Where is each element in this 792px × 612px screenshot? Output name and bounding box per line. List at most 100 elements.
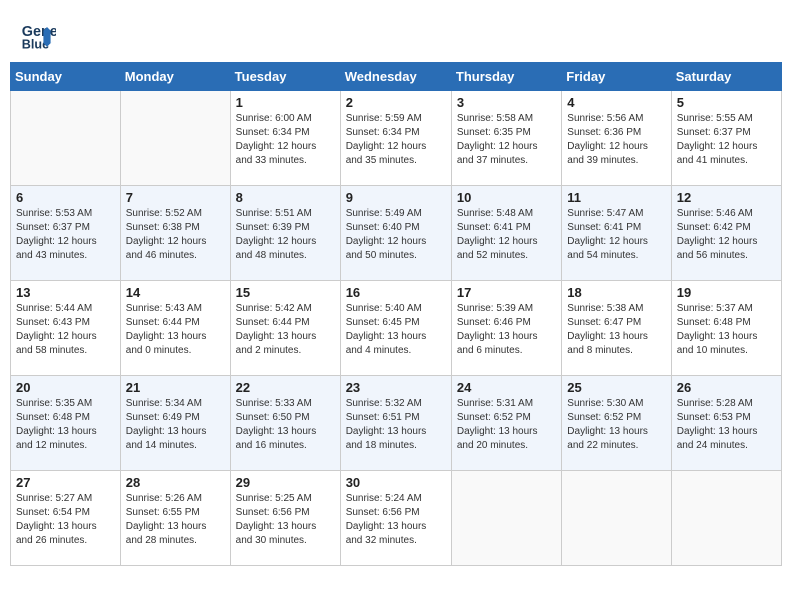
day-info: Sunrise: 5:46 AM Sunset: 6:42 PM Dayligh… [677,207,776,263]
calendar-cell: 6 Sunrise: 5:53 AM Sunset: 6:37 PM Daylig… [11,186,121,281]
calendar-cell: 28 Sunrise: 5:26 AM Sunset: 6:55 PM Dayli… [120,471,230,566]
calendar-cell: 30 Sunrise: 5:24 AM Sunset: 6:56 PM Dayli… [340,471,451,566]
calendar-cell: 27Sunrise: 5:27 AM Sunset: 6:54 PM Dayli… [11,471,121,566]
day-of-week-header: Sunday [11,63,121,91]
calendar-cell [11,91,121,186]
calendar-cell: 29 Sunrise: 5:25 AM Sunset: 6:56 PM Dayli… [230,471,340,566]
day-info: Sunrise: 5:39 AM Sunset: 6:46 PM Dayligh… [457,302,556,358]
calendar-cell: 9 Sunrise: 5:49 AM Sunset: 6:40 PM Daylig… [340,186,451,281]
day-number: 8 [236,190,335,205]
day-number: 29 [236,475,335,490]
day-info: Sunrise: 5:43 AM Sunset: 6:44 PM Dayligh… [126,302,225,358]
day-info: Sunrise: 5:49 AM Sunset: 6:40 PM Dayligh… [346,207,446,263]
day-number: 20 [16,380,115,395]
page-header: General Blue [10,10,782,54]
day-info: Sunrise: 5:28 AM Sunset: 6:53 PM Dayligh… [677,397,776,453]
day-info: Sunrise: 5:37 AM Sunset: 6:48 PM Dayligh… [677,302,776,358]
day-number: 14 [126,285,225,300]
calendar-cell [451,471,561,566]
calendar-cell: 17 Sunrise: 5:39 AM Sunset: 6:46 PM Dayli… [451,281,561,376]
calendar-cell: 3Sunrise: 5:58 AM Sunset: 6:35 PM Daylig… [451,91,561,186]
day-info: Sunrise: 5:24 AM Sunset: 6:56 PM Dayligh… [346,492,446,548]
day-number: 7 [126,190,225,205]
calendar-cell: 13 Sunrise: 5:44 AM Sunset: 6:43 PM Dayli… [11,281,121,376]
day-info: Sunrise: 5:33 AM Sunset: 6:50 PM Dayligh… [236,397,335,453]
calendar-week-row: 6 Sunrise: 5:53 AM Sunset: 6:37 PM Daylig… [11,186,782,281]
day-info: Sunrise: 5:26 AM Sunset: 6:55 PM Dayligh… [126,492,225,548]
day-info: Sunrise: 5:53 AM Sunset: 6:37 PM Dayligh… [16,207,115,263]
day-number: 25 [567,380,665,395]
day-number: 4 [567,95,665,110]
day-info: Sunrise: 6:00 AM Sunset: 6:34 PM Dayligh… [236,112,335,168]
calendar-cell: 1 Sunrise: 6:00 AM Sunset: 6:34 PM Daylig… [230,91,340,186]
day-info: Sunrise: 5:48 AM Sunset: 6:41 PM Dayligh… [457,207,556,263]
calendar-cell: 5Sunrise: 5:55 AM Sunset: 6:37 PM Daylig… [671,91,781,186]
day-number: 21 [126,380,225,395]
calendar-cell [562,471,671,566]
calendar-cell: 11 Sunrise: 5:47 AM Sunset: 6:41 PM Dayli… [562,186,671,281]
day-info: Sunrise: 5:31 AM Sunset: 6:52 PM Dayligh… [457,397,556,453]
day-info: Sunrise: 5:30 AM Sunset: 6:52 PM Dayligh… [567,397,665,453]
calendar-cell: 19Sunrise: 5:37 AM Sunset: 6:48 PM Dayli… [671,281,781,376]
day-number: 30 [346,475,446,490]
calendar-cell [671,471,781,566]
calendar-cell: 12 Sunrise: 5:46 AM Sunset: 6:42 PM Dayli… [671,186,781,281]
calendar-cell: 22 Sunrise: 5:33 AM Sunset: 6:50 PM Dayli… [230,376,340,471]
calendar-week-row: 1 Sunrise: 6:00 AM Sunset: 6:34 PM Daylig… [11,91,782,186]
day-number: 11 [567,190,665,205]
day-number: 17 [457,285,556,300]
calendar-cell: 8 Sunrise: 5:51 AM Sunset: 6:39 PM Daylig… [230,186,340,281]
calendar-cell: 20 Sunrise: 5:35 AM Sunset: 6:48 PM Dayli… [11,376,121,471]
day-number: 6 [16,190,115,205]
day-number: 28 [126,475,225,490]
day-of-week-header: Thursday [451,63,561,91]
day-info: Sunrise: 5:32 AM Sunset: 6:51 PM Dayligh… [346,397,446,453]
calendar-cell: 2Sunrise: 5:59 AM Sunset: 6:34 PM Daylig… [340,91,451,186]
day-number: 12 [677,190,776,205]
calendar-week-row: 20 Sunrise: 5:35 AM Sunset: 6:48 PM Dayli… [11,376,782,471]
day-info: Sunrise: 5:56 AM Sunset: 6:36 PM Dayligh… [567,112,665,168]
calendar-cell: 16 Sunrise: 5:40 AM Sunset: 6:45 PM Dayli… [340,281,451,376]
day-number: 2 [346,95,446,110]
day-of-week-header: Friday [562,63,671,91]
day-info: Sunrise: 5:44 AM Sunset: 6:43 PM Dayligh… [16,302,115,358]
calendar-cell [120,91,230,186]
day-of-week-header: Tuesday [230,63,340,91]
calendar-cell: 21 Sunrise: 5:34 AM Sunset: 6:49 PM Dayli… [120,376,230,471]
day-of-week-header: Saturday [671,63,781,91]
day-info: Sunrise: 5:40 AM Sunset: 6:45 PM Dayligh… [346,302,446,358]
calendar-cell: 25 Sunrise: 5:30 AM Sunset: 6:52 PM Dayli… [562,376,671,471]
day-number: 10 [457,190,556,205]
day-info: Sunrise: 5:58 AM Sunset: 6:35 PM Dayligh… [457,112,556,168]
calendar-cell: 18 Sunrise: 5:38 AM Sunset: 6:47 PM Dayli… [562,281,671,376]
day-number: 13 [16,285,115,300]
day-number: 9 [346,190,446,205]
day-number: 22 [236,380,335,395]
day-info: Sunrise: 5:25 AM Sunset: 6:56 PM Dayligh… [236,492,335,548]
day-number: 1 [236,95,335,110]
day-info: Sunrise: 5:52 AM Sunset: 6:38 PM Dayligh… [126,207,225,263]
day-info: Sunrise: 5:38 AM Sunset: 6:47 PM Dayligh… [567,302,665,358]
logo: General Blue [20,18,56,54]
calendar-cell: 10 Sunrise: 5:48 AM Sunset: 6:41 PM Dayli… [451,186,561,281]
day-info: Sunrise: 5:47 AM Sunset: 6:41 PM Dayligh… [567,207,665,263]
day-info: Sunrise: 5:51 AM Sunset: 6:39 PM Dayligh… [236,207,335,263]
day-number: 18 [567,285,665,300]
calendar-cell: 14 Sunrise: 5:43 AM Sunset: 6:44 PM Dayli… [120,281,230,376]
day-number: 23 [346,380,446,395]
day-of-week-header: Wednesday [340,63,451,91]
calendar-cell: 4 Sunrise: 5:56 AM Sunset: 6:36 PM Daylig… [562,91,671,186]
day-info: Sunrise: 5:34 AM Sunset: 6:49 PM Dayligh… [126,397,225,453]
calendar-cell: 15Sunrise: 5:42 AM Sunset: 6:44 PM Dayli… [230,281,340,376]
day-number: 27 [16,475,115,490]
day-info: Sunrise: 5:55 AM Sunset: 6:37 PM Dayligh… [677,112,776,168]
logo-icon: General Blue [20,18,56,54]
day-info: Sunrise: 5:35 AM Sunset: 6:48 PM Dayligh… [16,397,115,453]
calendar-cell: 23 Sunrise: 5:32 AM Sunset: 6:51 PM Dayli… [340,376,451,471]
day-number: 26 [677,380,776,395]
calendar-cell: 7 Sunrise: 5:52 AM Sunset: 6:38 PM Daylig… [120,186,230,281]
day-of-week-header: Monday [120,63,230,91]
day-info: Sunrise: 5:42 AM Sunset: 6:44 PM Dayligh… [236,302,335,358]
day-number: 16 [346,285,446,300]
calendar-week-row: 27Sunrise: 5:27 AM Sunset: 6:54 PM Dayli… [11,471,782,566]
